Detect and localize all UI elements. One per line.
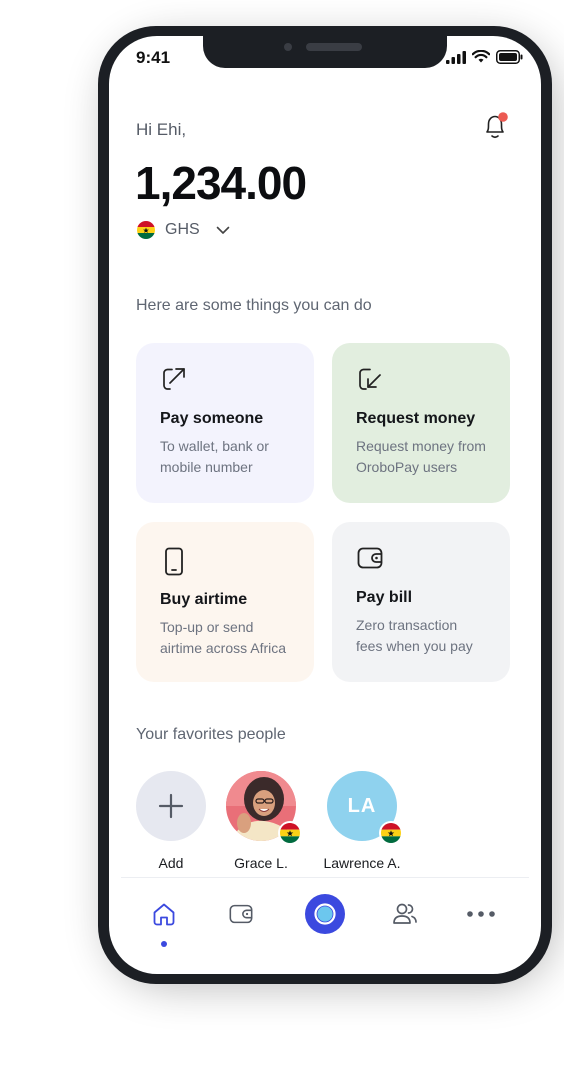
notification-bell-icon[interactable]: [479, 110, 511, 144]
nav-wallet[interactable]: [221, 892, 261, 936]
actions-label: Here are some things you can do: [136, 297, 372, 314]
favorite-grace[interactable]: Grace L.: [211, 771, 311, 871]
chevron-down-icon: [216, 226, 229, 234]
avatar: [226, 771, 302, 845]
card-description: To wallet, bank or mobile number: [160, 438, 269, 475]
bottom-nav: [109, 892, 541, 942]
signal-icon: [446, 51, 466, 64]
active-nav-indicator: [161, 941, 167, 947]
app-screen: 9:41 Hi Ehi, 1,234.00 GHS Here are some …: [109, 36, 541, 974]
pay-someone-card[interactable]: Pay someone To wallet, bank or mobile nu…: [136, 343, 314, 503]
card-title: Buy airtime: [160, 591, 248, 608]
ghana-flag-icon: [137, 221, 155, 239]
add-avatar: [136, 771, 206, 841]
nav-people[interactable]: [385, 892, 425, 936]
camera: [284, 43, 292, 51]
home-icon: [153, 903, 175, 926]
ghana-flag-icon: [280, 823, 300, 843]
avatar-initials: LA: [347, 794, 377, 817]
people-icon: [393, 903, 417, 924]
card-description: Request money from OroboPay users: [356, 438, 486, 475]
favorite-lawrence[interactable]: LA Lawrence A.: [312, 771, 412, 871]
nav-scan[interactable]: [303, 892, 347, 936]
card-description: Zero transaction fees when you pay: [356, 617, 473, 654]
ghana-flag-icon: [381, 823, 401, 843]
request-money-card[interactable]: Request money Request money from OroboPa…: [332, 343, 510, 503]
card-title: Pay bill: [356, 589, 413, 606]
more-icon: [467, 911, 495, 917]
ghana-flag-badge: [278, 821, 302, 845]
ghana-flag-badge: [379, 821, 403, 845]
card-description: Top-up or send airtime across Africa: [160, 619, 287, 656]
currency-code: GHS: [165, 221, 200, 238]
wallet-icon: [229, 904, 253, 924]
status-icons: [446, 50, 523, 64]
wifi-icon: [472, 50, 490, 63]
battery-icon: [496, 50, 523, 64]
phone-icon: [165, 547, 183, 576]
nav-more[interactable]: [461, 892, 501, 936]
arrow-in-icon: [359, 368, 381, 390]
favorite-name: Grace L.: [234, 855, 288, 871]
nav-divider: [121, 877, 529, 878]
scan-icon: [305, 894, 345, 934]
favorite-name: Lawrence A.: [323, 855, 401, 871]
buy-airtime-card[interactable]: Buy airtime Top-up or send airtime acros…: [136, 522, 314, 682]
greeting: Hi Ehi,: [136, 120, 187, 139]
notch: [203, 36, 447, 68]
add-favorite-button[interactable]: Add: [121, 771, 221, 871]
arrow-out-icon: [163, 368, 185, 390]
favorites-label: Your favorites people: [136, 726, 286, 743]
speaker: [306, 43, 362, 51]
plus-icon: [158, 793, 184, 819]
favorite-name: Add: [158, 855, 184, 871]
card-title: Pay someone: [160, 410, 264, 427]
pay-bill-card[interactable]: Pay bill Zero transaction fees when you …: [332, 522, 510, 682]
avatar: LA: [327, 771, 403, 845]
card-title: Request money: [356, 410, 476, 427]
status-time: 9:41: [136, 48, 171, 67]
currency-selector[interactable]: GHS: [137, 221, 230, 239]
nav-home[interactable]: [144, 892, 184, 936]
wallet-icon: [357, 547, 383, 569]
balance-amount: 1,234.00: [135, 157, 307, 209]
